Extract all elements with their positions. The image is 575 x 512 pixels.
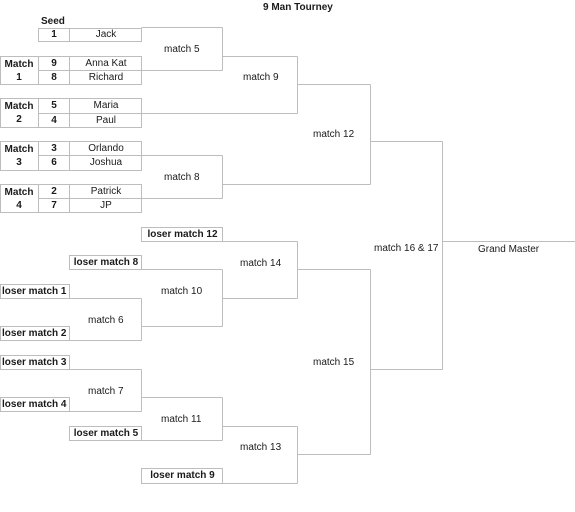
match-9-label: match 9 <box>243 72 279 83</box>
match-6-label: match 6 <box>88 315 124 326</box>
match-7-label: match 7 <box>88 386 124 397</box>
seed-value: 3 <box>51 143 57 154</box>
match-5-label: match 5 <box>164 44 200 55</box>
player-name: Richard <box>88 72 124 83</box>
player-name: Patrick <box>90 186 122 197</box>
match-10-label: match 10 <box>161 286 203 297</box>
match-11-label: match 11 <box>161 414 202 425</box>
loser-entry: loser match 5 <box>73 428 139 439</box>
match-number: 4 <box>16 200 22 211</box>
player-name: Anna Kat <box>85 58 127 69</box>
match-number: 2 <box>16 114 22 125</box>
match-14-label: match 14 <box>240 258 282 269</box>
match-8-label: match 8 <box>164 172 200 183</box>
player-name: Orlando <box>88 143 124 154</box>
losers-connectors <box>0 227 443 484</box>
match-12-label: match 12 <box>313 129 355 140</box>
player-name: Maria <box>93 100 119 111</box>
loser-entry: loser match 2 <box>2 328 67 339</box>
page-title: 9 Man Tourney <box>263 2 333 13</box>
seed-value: 4 <box>51 115 57 126</box>
loser-entry: loser match 3 <box>2 357 67 368</box>
player-name: JP <box>100 200 112 211</box>
final-match-label: match 16 & 17 <box>374 243 439 254</box>
loser-entry: loser match 8 <box>73 257 139 268</box>
loser-entry: loser match 4 <box>2 399 67 410</box>
loser-entry: loser match 12 <box>147 229 218 240</box>
player-name: Jack <box>95 29 117 40</box>
champion-label: Grand Master <box>478 244 540 255</box>
seed-value: 1 <box>51 29 57 40</box>
match-label: Match <box>4 59 34 70</box>
player-name: Joshua <box>89 157 123 168</box>
seed-value: 9 <box>51 58 57 69</box>
match-13-label: match 13 <box>240 442 282 453</box>
seed-value: 7 <box>51 200 57 211</box>
match-15-label: match 15 <box>313 357 355 368</box>
match-label: Match <box>4 101 34 112</box>
seed-value: 6 <box>51 157 57 168</box>
match-number: 3 <box>16 157 22 168</box>
match-label: Match <box>4 144 34 155</box>
loser-entry: loser match 9 <box>150 470 215 481</box>
player-name: Paul <box>95 115 116 126</box>
seed-value: 2 <box>51 186 57 197</box>
loser-entry: loser match 1 <box>2 286 67 297</box>
seed-value: 5 <box>51 100 57 111</box>
match-label: Match <box>4 187 34 198</box>
seed-header: Seed <box>41 16 65 27</box>
match-number: 1 <box>16 72 22 83</box>
seed-value: 8 <box>51 72 57 83</box>
